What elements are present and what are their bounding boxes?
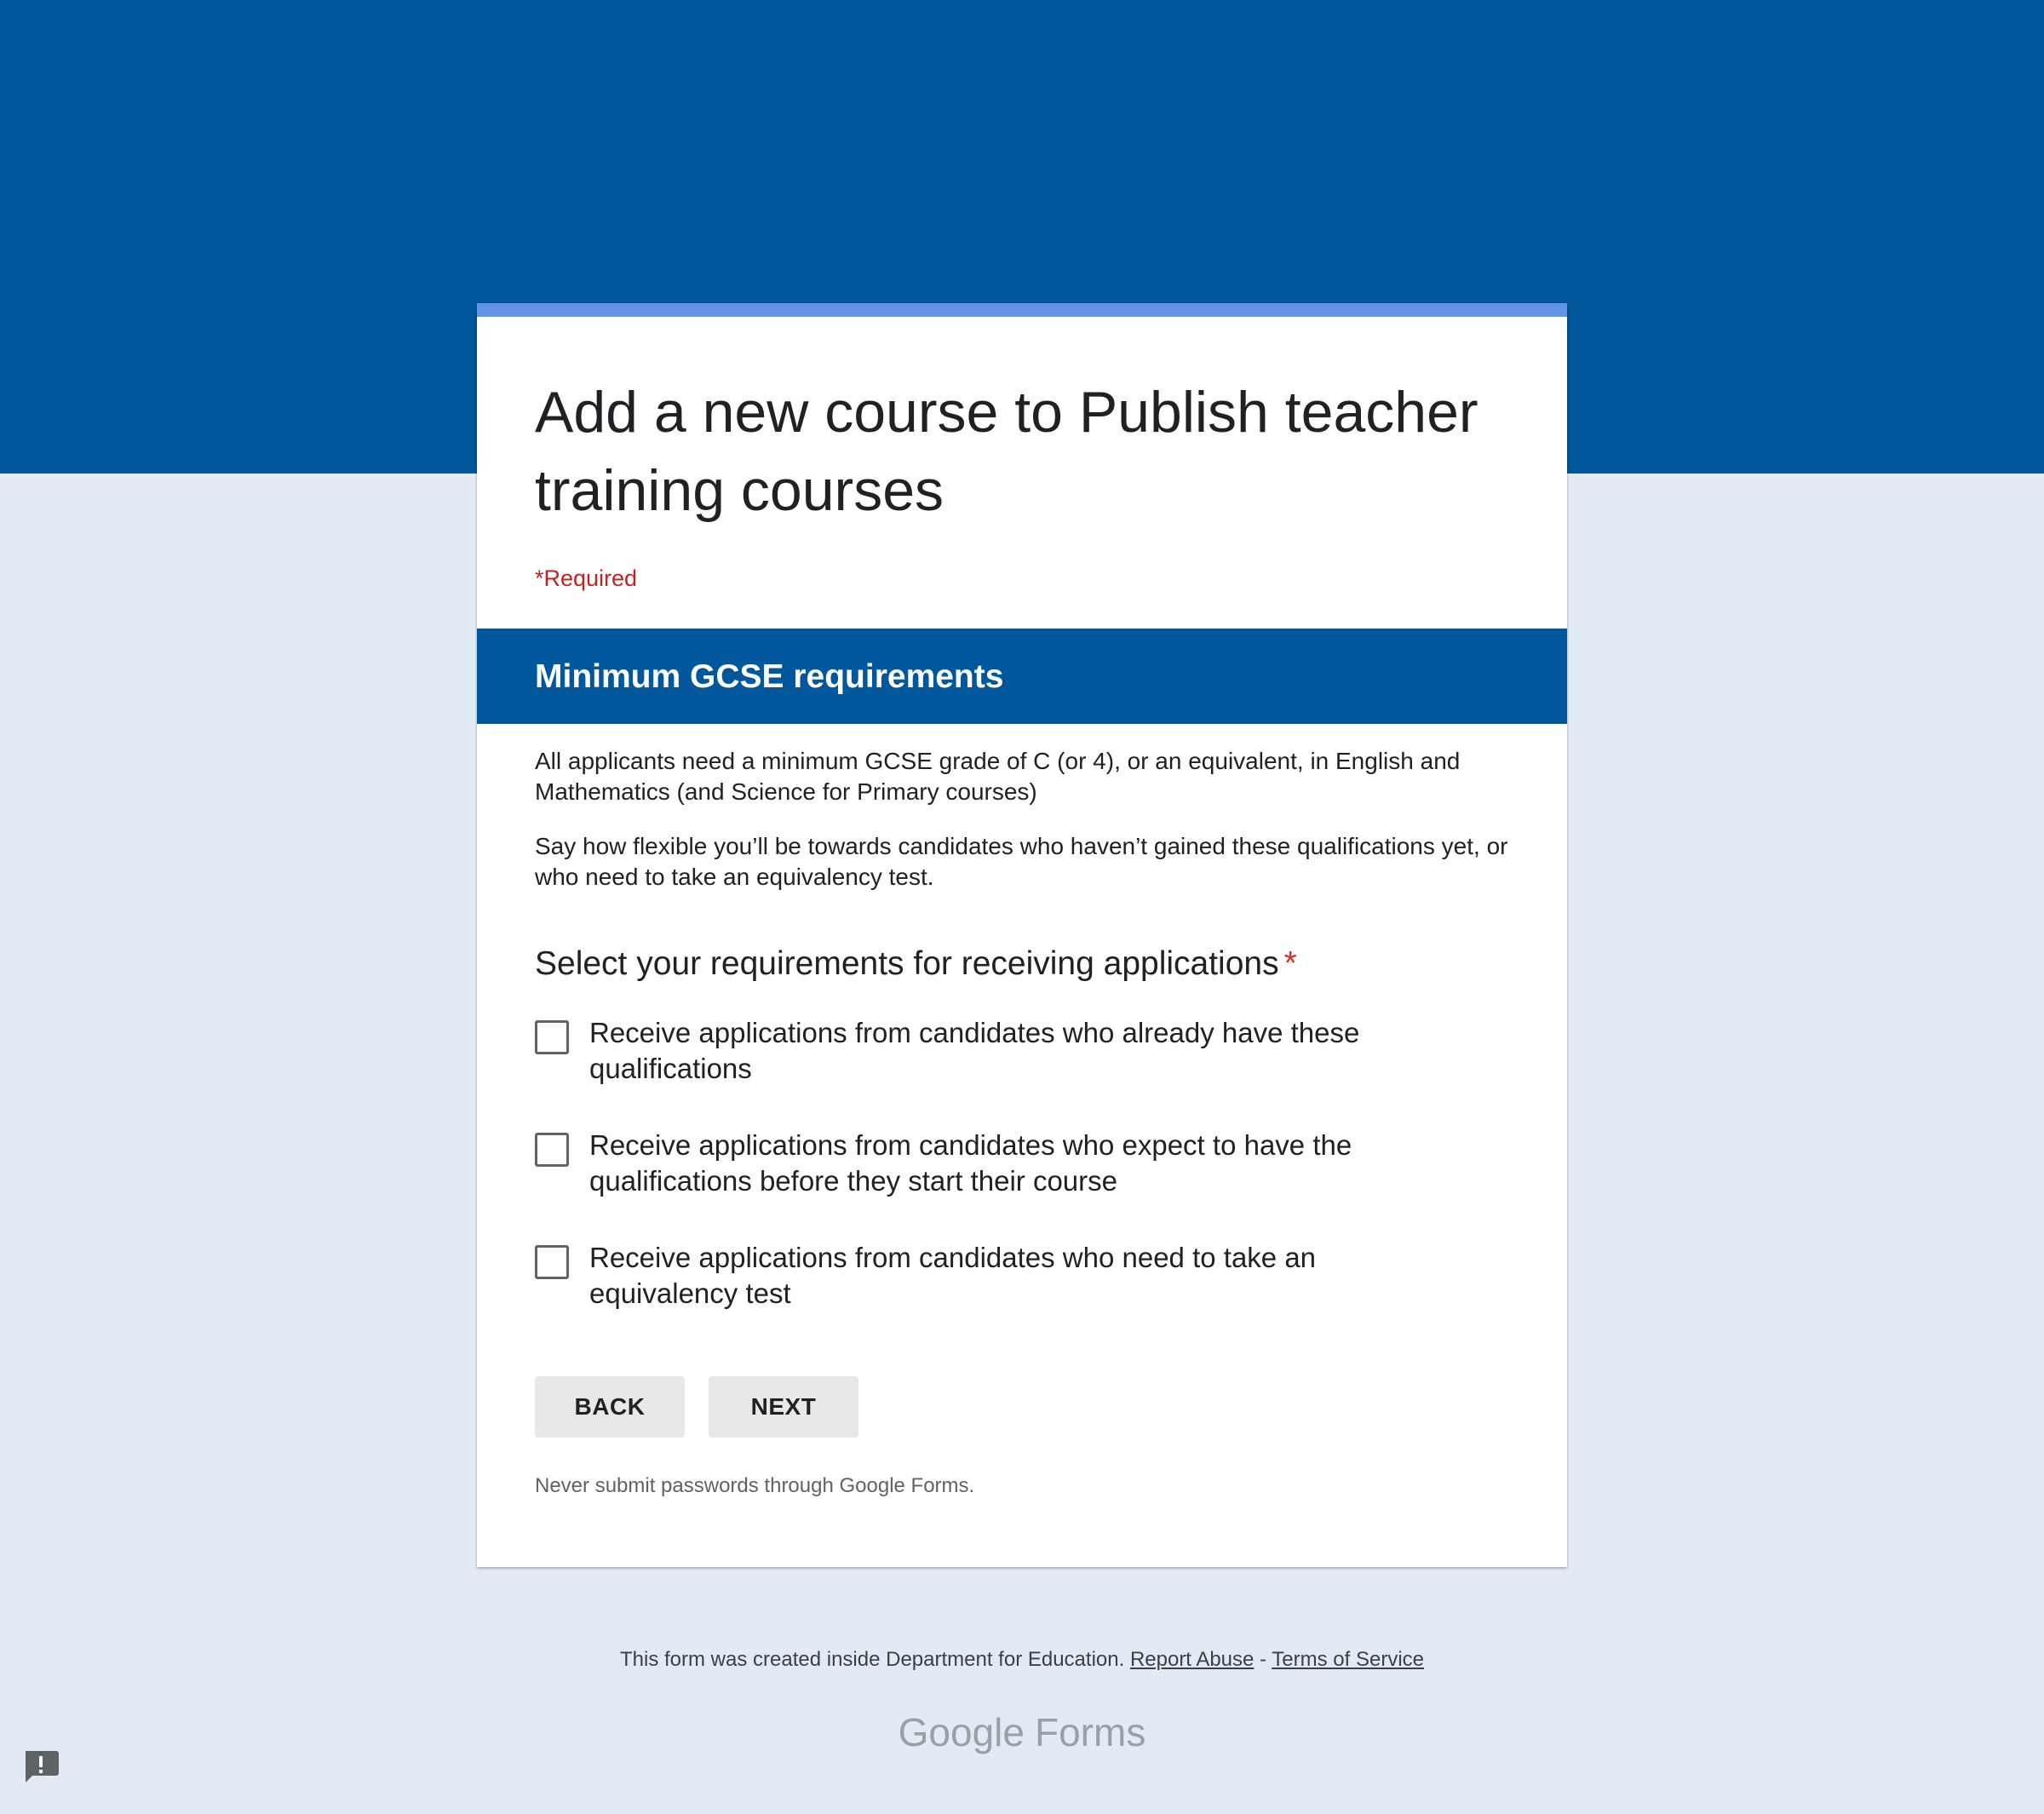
next-button[interactable]: NEXT	[709, 1376, 858, 1438]
back-button[interactable]: BACK	[535, 1376, 685, 1438]
checkbox-option[interactable]: Receive applications from candidates who…	[535, 1240, 1523, 1317]
card-accent-bar	[477, 303, 1567, 317]
feedback-glyph	[26, 1751, 59, 1782]
checkbox-option-label[interactable]: Receive applications from candidates who…	[589, 1128, 1441, 1199]
section-title: Minimum GCSE requirements	[535, 658, 1004, 695]
checkbox-option[interactable]: Receive applications from candidates who…	[535, 1015, 1523, 1092]
password-warning: Never submit passwords through Google Fo…	[535, 1474, 975, 1497]
form-title: Add a new course to Publish teacher trai…	[535, 380, 1478, 523]
required-asterisk: *	[1283, 945, 1297, 982]
report-abuse-link[interactable]: Report Abuse	[1130, 1648, 1254, 1671]
checkbox[interactable]	[535, 1020, 569, 1054]
checkbox-option-label[interactable]: Receive applications from candidates who…	[589, 1015, 1441, 1087]
section-description-1: All applicants need a minimum GCSE grade…	[535, 748, 1461, 805]
form-card: Add a new course to Publish teacher trai…	[477, 303, 1567, 1567]
footer-created-text: This form was created inside Department …	[620, 1648, 1125, 1671]
brand-forms: Forms	[1035, 1710, 1146, 1754]
section-header: Minimum GCSE requirements	[477, 629, 1567, 724]
checkbox[interactable]	[535, 1245, 569, 1279]
checkbox[interactable]	[535, 1133, 569, 1167]
checkbox-option[interactable]: Receive applications from candidates who…	[535, 1128, 1523, 1204]
brand-google: Google	[898, 1710, 1025, 1754]
required-note: *Required	[535, 565, 638, 591]
report-feedback-icon[interactable]	[22, 1749, 60, 1783]
section-description-2: Say how flexible you’ll be towards candi…	[535, 833, 1508, 890]
question-title: Select your requirements for receiving a…	[535, 944, 1297, 984]
footer-separator: -	[1260, 1648, 1267, 1671]
form-footer: This form was created inside Department …	[0, 1645, 2044, 1674]
question-text: Select your requirements for receiving a…	[535, 945, 1279, 982]
terms-of-service-link[interactable]: Terms of Service	[1272, 1648, 1424, 1671]
checkbox-option-label[interactable]: Receive applications from candidates who…	[589, 1240, 1441, 1312]
google-forms-logo[interactable]: Google Forms	[0, 1708, 2044, 1756]
